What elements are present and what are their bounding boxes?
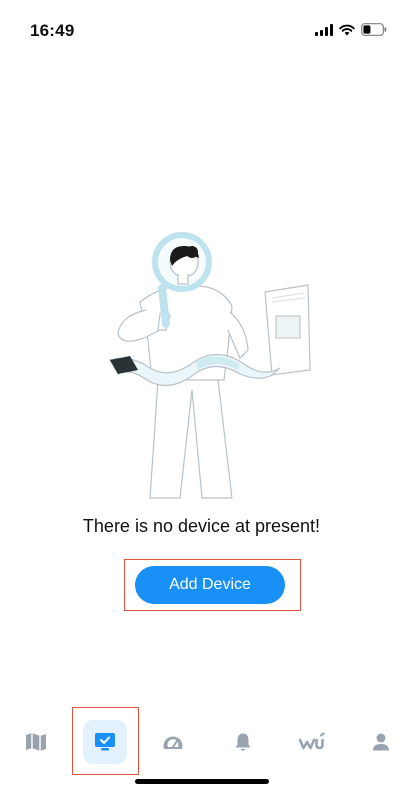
- tab-devices-highlight: [72, 707, 139, 775]
- status-bar: 16:49: [0, 0, 403, 60]
- empty-state-message: There is no device at present!: [82, 516, 321, 536]
- map-icon: [26, 733, 46, 751]
- person-with-magnifier-illustration: [109, 232, 311, 499]
- profile-icon: [373, 733, 389, 751]
- bell-icon: [235, 733, 251, 751]
- battery-icon: [361, 23, 387, 36]
- tab-profile[interactable]: [356, 712, 403, 772]
- tab-map[interactable]: [11, 712, 61, 772]
- wifi-icon: [339, 24, 355, 35]
- status-time: 16:49: [30, 21, 75, 40]
- signal-icon: [315, 23, 333, 36]
- tab-wu[interactable]: [287, 712, 337, 772]
- status-icons: [315, 23, 387, 36]
- bottom-tab-bar: [0, 712, 403, 772]
- wu-logo-icon: [298, 732, 325, 750]
- home-indicator: [135, 779, 269, 784]
- tab-notifications[interactable]: [218, 712, 268, 772]
- gauge-icon: [163, 736, 183, 749]
- tab-gauge[interactable]: [148, 712, 198, 772]
- add-device-button[interactable]: Add Device: [135, 566, 285, 604]
